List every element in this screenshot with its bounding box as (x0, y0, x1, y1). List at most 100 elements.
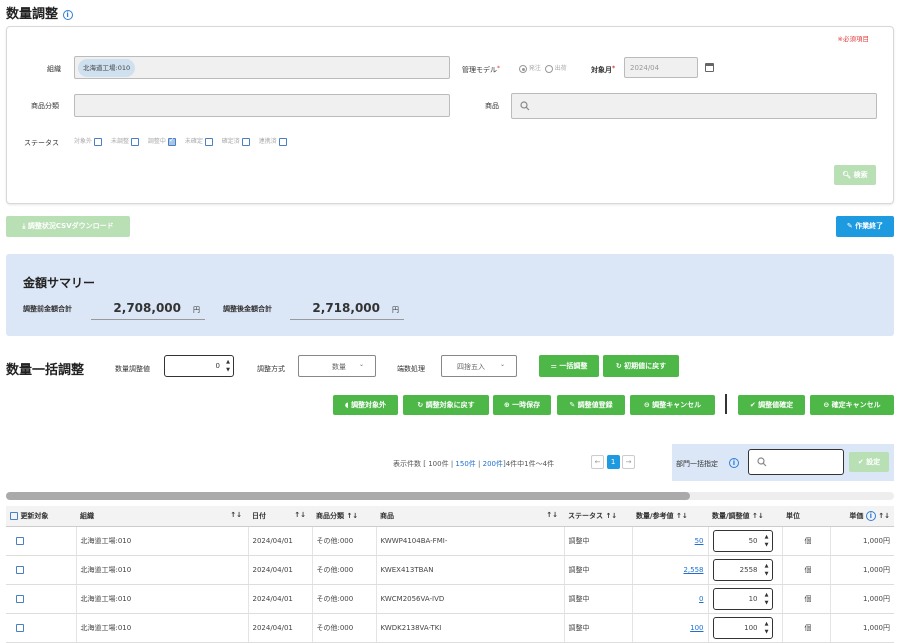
spin-arrows-icon[interactable]: ▲ ▼ (765, 620, 769, 636)
adjust-input[interactable]: 2558 ▲ ▼ (712, 558, 773, 581)
csv-download-button[interactable]: ⤓ 調整状況CSVダウンロード (6, 216, 130, 237)
spin-arrows-icon[interactable]: ▲ ▼ (765, 533, 769, 549)
info-icon[interactable]: i (729, 458, 739, 468)
status-checkbox[interactable] (167, 136, 176, 146)
model-opt2-label: 出荷 (554, 65, 567, 72)
ref-link[interactable]: 2,558 (683, 566, 703, 574)
info-icon[interactable]: i (62, 9, 73, 20)
separator: | (450, 460, 454, 468)
return-target-button[interactable]: ↻ 調整対象に戻す (403, 395, 489, 415)
adjust-input[interactable]: 100 ▲ ▼ (712, 616, 773, 639)
cell-status: 調整中 (563, 555, 632, 585)
sort-icon[interactable]: ↑↓ (546, 511, 558, 519)
col-update[interactable]: 更新対象 (6, 506, 76, 527)
cancel-adjust-button[interactable]: ⊖ 調整キャンセル (630, 395, 715, 415)
method-select[interactable]: 数量 ⌄ (298, 355, 376, 377)
row-checkbox[interactable] (16, 565, 24, 574)
col-product[interactable]: 商品 ↑↓ (376, 506, 564, 527)
status-option-3[interactable]: 未確定 (185, 136, 213, 146)
status-option-0[interactable]: 対象外 (74, 136, 102, 146)
status-option-1[interactable]: 未調整 (111, 136, 139, 146)
cell-org: 北海道工場:010 (75, 555, 248, 585)
status-option-2[interactable]: 調整中 (148, 136, 176, 146)
qty-adjust-input[interactable]: 0 ▲ ▼ (164, 355, 234, 377)
product-search-input[interactable] (511, 93, 877, 119)
adjust-input[interactable]: 10 ▲ ▼ (712, 587, 773, 610)
spin-arrows-icon[interactable]: ▲ ▼ (226, 358, 230, 374)
dept-search-input[interactable] (748, 449, 844, 475)
col-org[interactable]: 組織 ↑↓ (76, 506, 248, 527)
status-checkbox[interactable] (204, 137, 213, 146)
status-checkbox[interactable] (241, 137, 250, 146)
row-checkbox[interactable] (16, 623, 24, 632)
org-select[interactable]: 北海道工場:010 (74, 56, 450, 79)
select-all-checkbox[interactable] (10, 511, 18, 520)
download-icon: ⤓ (22, 222, 26, 230)
target-month-input[interactable]: 2024/04 (624, 57, 698, 78)
status-option-4[interactable]: 確定済 (222, 136, 250, 146)
table-row: 北海道工場:010 2024/04/01 その他:000 KWDK2138VA-… (6, 613, 894, 643)
calendar-icon[interactable] (705, 63, 714, 72)
page-size-100[interactable]: 100件 (428, 460, 448, 468)
rounding-select[interactable]: 四捨五入 ⌄ (441, 355, 517, 377)
sort-icon[interactable]: ↑↓ (346, 512, 358, 520)
model-opt1-label: 発注 (528, 65, 541, 72)
model-radio-group: 発注 出荷 (519, 63, 567, 73)
org-chip[interactable]: 北海道工場:010 (78, 59, 136, 77)
cancel-confirm-button[interactable]: ⊖ 確定キャンセル (810, 395, 894, 415)
ref-link[interactable]: 0 (699, 595, 703, 603)
search-icon (757, 457, 767, 467)
ref-link[interactable]: 100 (690, 624, 703, 632)
sort-icon[interactable]: ↑↓ (752, 512, 764, 520)
horizontal-scrollbar[interactable] (6, 492, 894, 500)
page-size-prefix: 表示件数 (393, 460, 421, 468)
ref-link[interactable]: 50 (695, 537, 704, 545)
confirm-button[interactable]: ✔ 調整値確定 (738, 395, 805, 415)
next-page-button[interactable]: → (622, 455, 636, 469)
cell-date: 2024/04/01 (247, 584, 312, 614)
method-value: 数量 (332, 363, 346, 371)
status-checkbox[interactable] (93, 137, 102, 146)
sort-icon[interactable]: ↑↓ (230, 511, 242, 519)
status-option-5[interactable]: 連携済 (259, 136, 287, 146)
col-status[interactable]: ステータス ↑↓ (564, 506, 632, 527)
col-date[interactable]: 日付 ↑↓ (248, 506, 312, 527)
register-button[interactable]: ✎ 調整値登録 (557, 395, 625, 415)
org-label: 組織 (47, 65, 61, 73)
sort-icon[interactable]: ↑↓ (605, 512, 617, 520)
bulk-adjust-button[interactable]: ⚌ 一括調整 (539, 355, 599, 377)
status-checkbox[interactable] (278, 137, 287, 146)
col-price[interactable]: 単価 i ↑↓ (830, 506, 894, 527)
row-checkbox[interactable] (16, 536, 24, 545)
search-button[interactable]: 🔍︎ 検索 (834, 165, 876, 185)
page-size-200[interactable]: 200件 (483, 460, 503, 468)
prev-page-button[interactable]: ← (591, 455, 604, 469)
spin-arrows-icon[interactable]: ▲ ▼ (765, 562, 769, 578)
col-category[interactable]: 商品分類 ↑↓ (312, 506, 376, 527)
category-input[interactable] (74, 94, 450, 117)
before-total-value: 2,708,000 (113, 301, 181, 315)
exclude-button[interactable]: ◖ 調整対象外 (333, 395, 398, 415)
sort-icon[interactable]: ↑↓ (294, 511, 306, 519)
dept-set-button[interactable]: ✔ 設定 (849, 452, 889, 472)
adjust-input[interactable]: 50 ▲ ▼ (712, 529, 773, 552)
page-1-button[interactable]: 1 (606, 455, 620, 469)
sort-icon[interactable]: ↑↓ (878, 512, 890, 520)
table-row: 北海道工場:010 2024/04/01 その他:000 KWWP4104BA-… (6, 526, 894, 556)
search-icon (520, 101, 530, 111)
row-checkbox[interactable] (16, 594, 24, 603)
reset-initial-button[interactable]: ↻ 初期値に戻す (603, 355, 679, 377)
info-icon[interactable]: i (865, 510, 876, 521)
col-adjust[interactable]: 数量/調整値 ↑↓ (708, 506, 782, 527)
model-radio-order[interactable] (519, 64, 527, 73)
model-radio-ship[interactable] (544, 64, 553, 73)
spin-arrows-icon[interactable]: ▲ ▼ (765, 591, 769, 607)
sort-icon[interactable]: ↑↓ (676, 512, 688, 520)
scrollbar-thumb[interactable] (6, 492, 690, 500)
col-ref[interactable]: 数量/参考値 ↑↓ (632, 506, 708, 527)
page-size-150[interactable]: 150件 (455, 460, 475, 468)
finish-work-button[interactable]: ✎ 作業終了 (836, 216, 894, 237)
temp-save-button[interactable]: ⊕ 一時保存 (493, 395, 551, 415)
exclude-icon: ◖ (344, 401, 349, 409)
status-checkbox[interactable] (130, 137, 139, 146)
